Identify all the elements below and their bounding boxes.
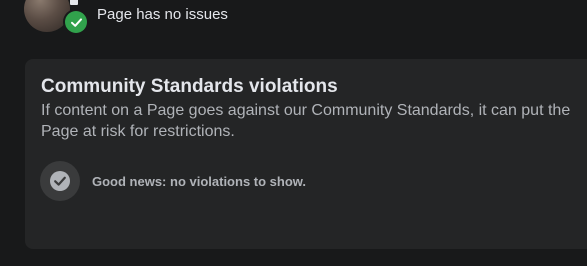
check-icon — [70, 17, 82, 27]
card-title: Community Standards violations — [41, 76, 338, 97]
result-text: Good news: no violations to show. — [92, 173, 307, 189]
card-description: If content on a Page goes against our Co… — [41, 102, 571, 140]
page-quality-panel: Page has no issues Community Standards v… — [0, 0, 587, 266]
check-circle-glyph — [50, 171, 70, 191]
avatar-decoration — [70, 0, 78, 5]
page-status-text: Page has no issues — [97, 6, 228, 23]
status-badge-fill — [65, 11, 87, 33]
status-badge — [63, 9, 89, 35]
check-circle-icon — [40, 161, 80, 201]
community-standards-card: Community Standards violations If conten… — [25, 59, 587, 249]
violations-result: Good news: no violations to show. — [40, 161, 306, 201]
